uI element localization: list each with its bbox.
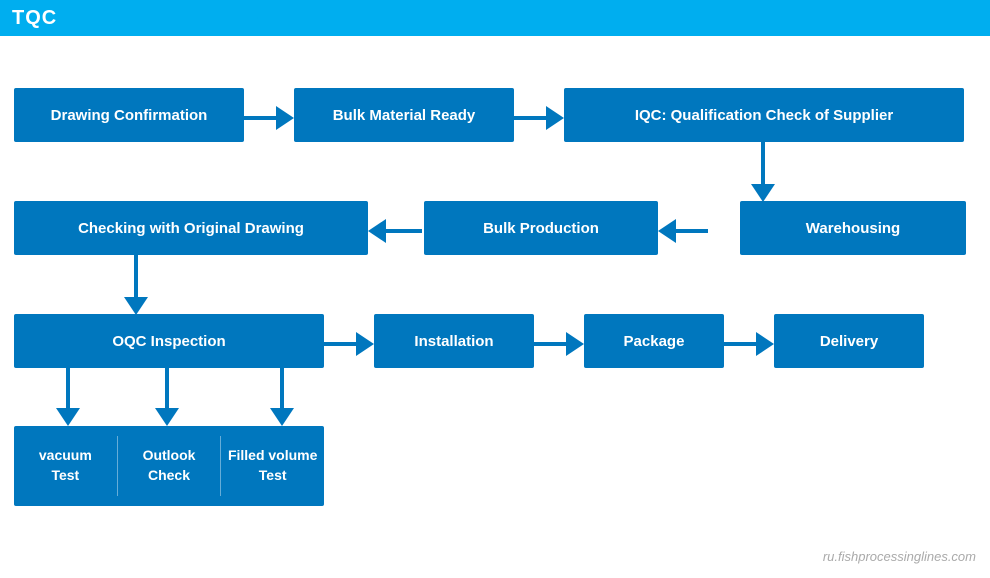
header-title: TQC	[12, 7, 57, 30]
header-bar: TQC	[0, 0, 990, 36]
box-installation: Installation	[374, 314, 534, 368]
box-delivery: Delivery	[774, 314, 924, 368]
arrow-d-oqc-mid	[155, 368, 179, 426]
arrow-r3-2-3	[534, 332, 584, 356]
arrow-d-checking	[124, 255, 148, 315]
box-iqc: IQC: Qualification Check of Supplier	[564, 88, 964, 142]
watermark: ru.fishprocessinglines.com	[823, 549, 976, 564]
main-content: Drawing Confirmation Bulk Material Ready…	[0, 36, 990, 578]
arrow-r1-2-3	[514, 106, 564, 130]
arrow-d-oqc-left	[56, 368, 80, 426]
box-bulk-production: Bulk Production	[424, 201, 658, 255]
bottom-combined-box: vacuum Test Outlook Check Filled volume …	[14, 426, 324, 506]
arrow-r1-1-2	[244, 106, 294, 130]
arrow-r2-2-1	[368, 219, 422, 243]
arrow-r3-1-2	[324, 332, 374, 356]
box-warehousing: Warehousing	[740, 201, 966, 255]
arrow-r2-3-2	[658, 219, 708, 243]
arrow-d-oqc-right	[270, 368, 294, 426]
header-arrow	[230, 0, 258, 36]
arrow-d-iqc	[751, 142, 775, 202]
box-oqc-inspection: OQC Inspection	[14, 314, 324, 368]
bottom-item-filled: Filled volume Test	[221, 438, 324, 493]
arrow-r3-3-4	[724, 332, 774, 356]
box-checking-original: Checking with Original Drawing	[14, 201, 368, 255]
bottom-item-outlook: Outlook Check	[118, 438, 221, 493]
box-drawing-confirmation: Drawing Confirmation	[14, 88, 244, 142]
box-package: Package	[584, 314, 724, 368]
bottom-item-vacuum: vacuum Test	[14, 438, 117, 493]
box-bulk-material-ready: Bulk Material Ready	[294, 88, 514, 142]
